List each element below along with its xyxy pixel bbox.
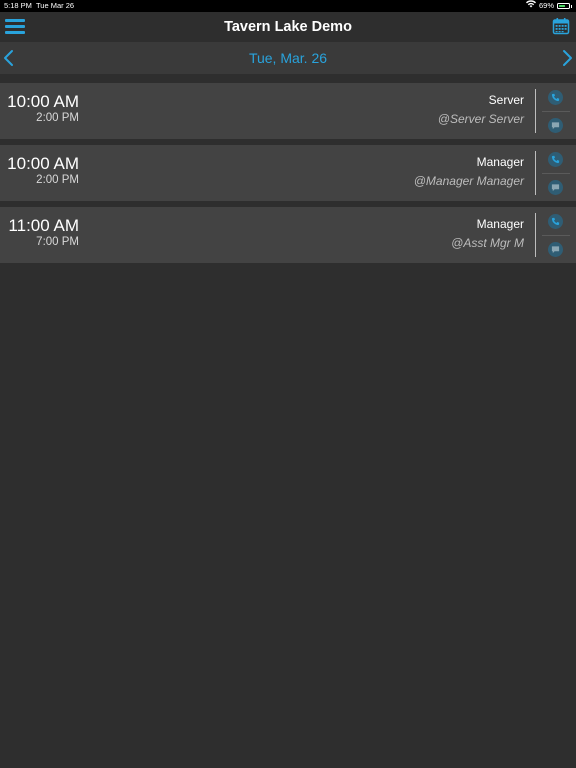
action-divider (542, 235, 570, 236)
message-icon[interactable] (548, 180, 563, 195)
message-icon[interactable] (548, 118, 563, 133)
battery-level (559, 5, 565, 7)
shift-end-time: 7:00 PM (36, 236, 79, 248)
shift-row[interactable]: 10:00 AM 2:00 PM Server @Server Server (0, 83, 576, 139)
action-divider (542, 173, 570, 174)
shift-row[interactable]: 11:00 AM 7:00 PM Manager @Asst Mgr M (0, 207, 576, 263)
shift-role: Manager (476, 217, 524, 231)
shift-start-time: 11:00 AM (8, 216, 79, 235)
shift-start-time: 10:00 AM (7, 154, 79, 173)
phone-icon[interactable] (548, 90, 563, 105)
status-time: 5:18 PM (4, 1, 32, 10)
phone-icon[interactable] (548, 152, 563, 167)
message-icon[interactable] (548, 242, 563, 257)
phone-icon[interactable] (548, 214, 563, 229)
battery-tip (571, 4, 572, 8)
current-date[interactable]: Tue, Mar. 26 (0, 42, 576, 74)
row-divider (535, 151, 536, 195)
shift-list: 10:00 AM 2:00 PM Server @Server Server 1… (0, 83, 576, 269)
shift-row[interactable]: 10:00 AM 2:00 PM Manager @Manager Manage… (0, 145, 576, 201)
shift-employee: @Server Server (437, 112, 524, 126)
wifi-icon (525, 0, 536, 12)
shift-end-time: 2:00 PM (36, 112, 79, 124)
shift-role: Manager (476, 155, 524, 169)
action-divider (542, 111, 570, 112)
nav-bar: Tavern Lake Demo (0, 12, 576, 42)
battery-percent: 69% (538, 1, 554, 10)
shift-role: Server (488, 93, 524, 107)
battery-icon (557, 3, 570, 9)
status-bar: 5:18 PM Tue Mar 26 69% (0, 0, 576, 12)
shift-employee: @Manager Manager (413, 174, 524, 188)
row-divider (535, 89, 536, 133)
chevron-right-icon[interactable] (560, 49, 574, 67)
row-divider (535, 213, 536, 257)
status-indicators: 69% (525, 0, 572, 12)
date-navigator: Tue, Mar. 26 (0, 42, 576, 74)
status-date: Tue Mar 26 (36, 1, 75, 10)
page-title: Tavern Lake Demo (224, 19, 352, 35)
shift-start-time: 10:00 AM (7, 92, 79, 111)
shift-employee: @Asst Mgr M (451, 236, 524, 250)
calendar-icon[interactable] (552, 17, 570, 35)
shift-end-time: 2:00 PM (36, 174, 79, 186)
